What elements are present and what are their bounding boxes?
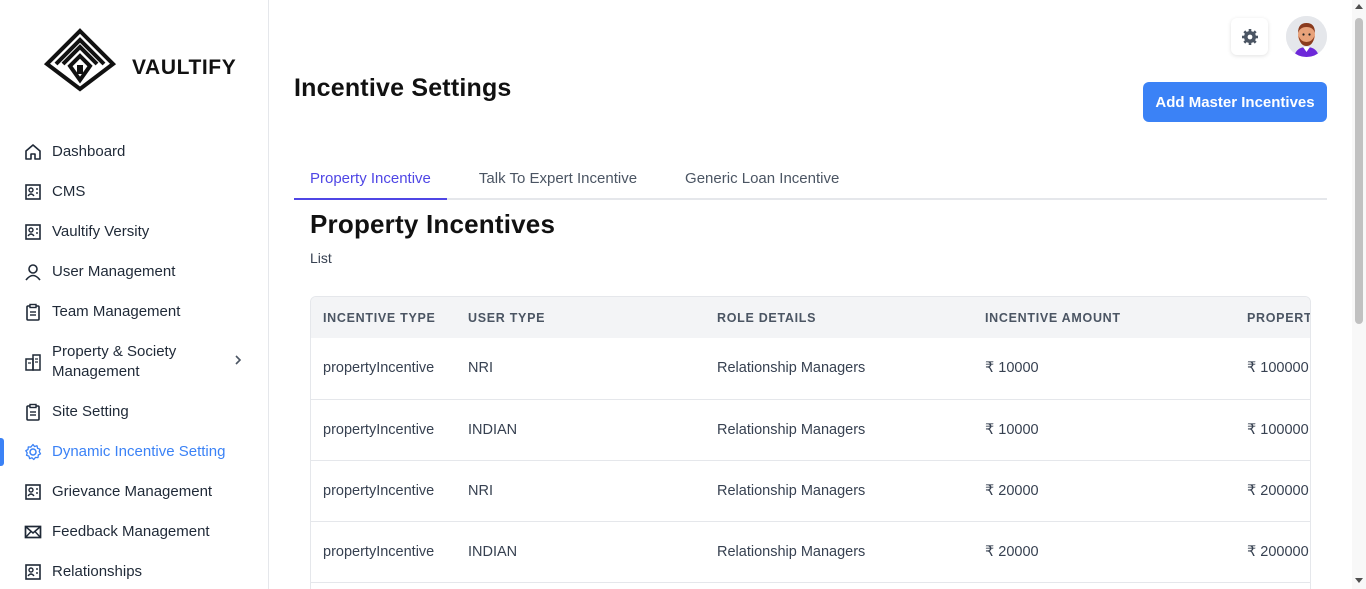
cell-property: ₹ 200000 xyxy=(1247,482,1309,499)
sidebar-item-label: Site Setting xyxy=(52,403,129,420)
sidebar-item-cms[interactable]: CMS xyxy=(0,172,269,212)
sidebar-item-label: Dynamic Incentive Setting xyxy=(52,443,226,460)
clipboard-icon xyxy=(24,403,42,421)
vaultify-logo-icon xyxy=(44,28,116,92)
scrollbar-thumb[interactable] xyxy=(1355,18,1363,324)
sidebar-nav: Dashboard CMS Vaultify Versity User Mana… xyxy=(0,132,269,589)
sidebar-item-label: User Management xyxy=(52,263,176,280)
cell-incentive-type: propertyIncentive xyxy=(323,360,435,377)
table-row[interactable]: propertyIncentive INDIAN Relationship Ma… xyxy=(311,521,1310,582)
sidebar-item-site-setting[interactable]: Site Setting xyxy=(0,392,269,432)
cell-role-details: Relationship Managers xyxy=(717,360,866,377)
settings-button[interactable] xyxy=(1231,18,1268,55)
sidebar-item-label: CMS xyxy=(52,183,86,200)
id-card-icon xyxy=(24,183,42,201)
cell-property: ₹ 100000 xyxy=(1247,421,1309,438)
cell-user-type: INDIAN xyxy=(468,421,518,438)
incentives-table-container[interactable]: INCENTIVE TYPE USER TYPE ROLE DETAILS IN… xyxy=(310,296,1311,589)
cell-user-type: NRI xyxy=(468,360,493,377)
cell-role-details: Relationship Managers xyxy=(717,421,866,438)
cell-incentive-type: propertyIncentive xyxy=(323,482,435,499)
incentives-table: INCENTIVE TYPE USER TYPE ROLE DETAILS IN… xyxy=(311,297,1310,583)
id-card-icon xyxy=(24,223,42,241)
cell-incentive-amount: ₹ 10000 xyxy=(985,421,1039,438)
column-header-incentive-type[interactable]: INCENTIVE TYPE xyxy=(311,297,456,338)
cell-role-details: Relationship Managers xyxy=(717,543,866,560)
column-header-property[interactable]: PROPERTY xyxy=(1235,297,1310,338)
cell-property: ₹ 100000 xyxy=(1247,360,1309,377)
sidebar-item-relationships[interactable]: Relationships xyxy=(0,552,269,589)
cell-incentive-amount: ₹ 20000 xyxy=(985,482,1039,499)
sidebar-item-label: Property & Society Management xyxy=(52,343,177,380)
tab-property-incentive[interactable]: Property Incentive xyxy=(294,162,447,200)
page-scrollbar[interactable] xyxy=(1352,0,1366,589)
sidebar-item-team-management[interactable]: Team Management xyxy=(0,292,269,332)
home-icon xyxy=(24,143,42,161)
sidebar-item-property-society-management[interactable]: Property & Society Management xyxy=(0,332,269,392)
table-row[interactable]: propertyIncentive INDIAN Relationship Ma… xyxy=(311,399,1310,460)
section-title: Property Incentives xyxy=(310,209,556,239)
column-header-role-details[interactable]: ROLE DETAILS xyxy=(705,297,973,338)
brand-logo[interactable] xyxy=(44,28,116,92)
sidebar-item-label: Team Management xyxy=(52,303,181,320)
sidebar-item-label: Feedback Management xyxy=(52,523,210,540)
gear-icon xyxy=(1241,28,1258,45)
table-header-row: INCENTIVE TYPE USER TYPE ROLE DETAILS IN… xyxy=(311,297,1310,338)
gear-icon xyxy=(24,443,42,461)
sidebar-item-label: Relationships xyxy=(52,563,143,580)
scroll-up-arrow-icon[interactable] xyxy=(1355,4,1363,9)
table-row[interactable]: propertyIncentive NRI Relationship Manag… xyxy=(311,460,1310,521)
add-master-incentives-button[interactable]: Add Master Incentives xyxy=(1143,82,1327,122)
tab-talk-to-expert-incentive[interactable]: Talk To Expert Incentive xyxy=(463,162,653,198)
page-title: Incentive Settings xyxy=(294,74,512,102)
cell-incentive-type: propertyIncentive xyxy=(323,421,435,438)
sidebar-item-label: Grievance Management xyxy=(52,483,213,500)
building-icon xyxy=(24,353,42,371)
cell-user-type: INDIAN xyxy=(468,543,518,560)
incentive-tabs: Property Incentive Talk To Expert Incent… xyxy=(294,162,1327,200)
user-avatar-icon xyxy=(1286,16,1327,57)
column-header-incentive-amount[interactable]: INCENTIVE AMOUNT xyxy=(973,297,1235,338)
table-row[interactable]: propertyIncentive NRI Relationship Manag… xyxy=(311,338,1310,399)
clipboard-icon xyxy=(24,303,42,321)
sidebar-item-feedback-management[interactable]: Feedback Management xyxy=(0,512,269,552)
sidebar-item-grievance-management[interactable]: Grievance Management xyxy=(0,472,269,512)
sidebar-item-user-management[interactable]: User Management xyxy=(0,252,269,292)
sidebar-item-vaultify-versity[interactable]: Vaultify Versity xyxy=(0,212,269,252)
cell-role-details: Relationship Managers xyxy=(717,482,866,499)
mail-icon xyxy=(24,523,42,541)
sidebar-item-dynamic-incentive-setting[interactable]: Dynamic Incentive Setting xyxy=(0,432,269,472)
sidebar-item-label: Vaultify Versity xyxy=(52,223,150,240)
brand-name: VAULTIFY xyxy=(132,56,237,79)
column-header-user-type[interactable]: USER TYPE xyxy=(456,297,705,338)
user-icon xyxy=(24,263,42,281)
sidebar-item-label: Dashboard xyxy=(52,143,126,160)
cell-property: ₹ 200000 xyxy=(1247,543,1309,560)
avatar[interactable] xyxy=(1286,16,1327,57)
cell-user-type: NRI xyxy=(468,482,493,499)
section-subtitle: List xyxy=(310,250,332,266)
sidebar-item-dashboard[interactable]: Dashboard xyxy=(0,132,269,172)
id-card-icon xyxy=(24,483,42,501)
cell-incentive-type: propertyIncentive xyxy=(323,543,435,560)
id-card-icon xyxy=(24,563,42,581)
tab-generic-loan-incentive[interactable]: Generic Loan Incentive xyxy=(669,162,855,198)
scroll-down-arrow-icon[interactable] xyxy=(1355,578,1363,583)
chevron-right-icon xyxy=(233,353,243,371)
cell-incentive-amount: ₹ 10000 xyxy=(985,360,1039,377)
cell-incentive-amount: ₹ 20000 xyxy=(985,543,1039,560)
sidebar: VAULTIFY Dashboard CMS Vaultify Versity … xyxy=(0,0,269,589)
